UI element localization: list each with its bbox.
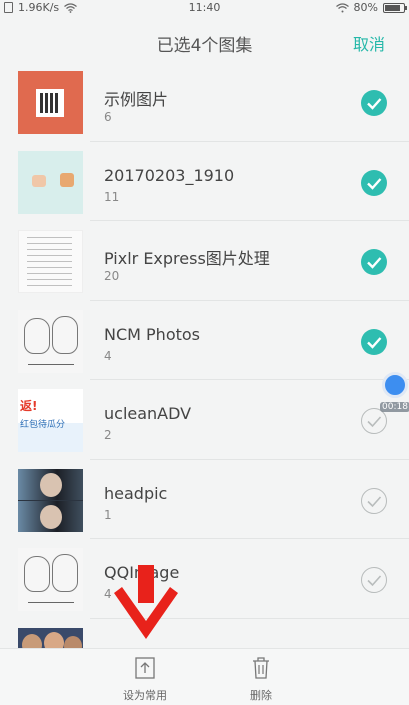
delete-label: 删除: [250, 689, 272, 702]
battery-level: 80%: [353, 1, 378, 14]
album-row[interactable]: 返! 红包待瓜分 ucleanADV 2: [0, 380, 409, 460]
check-icon[interactable]: [361, 249, 387, 275]
album-thumbnail: [18, 468, 83, 532]
trash-icon: [253, 657, 269, 679]
album-row[interactable]: NCM Photos 4: [0, 301, 409, 380]
album-row[interactable]: 20170203_1910 11: [0, 142, 409, 221]
album-thumbnail: 返! 红包待瓜分: [18, 389, 83, 452]
down-arrow-icon: [114, 565, 178, 639]
check-icon[interactable]: [361, 90, 387, 116]
album-thumbnail: [18, 230, 83, 293]
set-common-icon: [135, 657, 155, 679]
set-common-button[interactable]: 设为常用: [105, 655, 185, 703]
check-icon[interactable]: [361, 567, 387, 593]
cancel-button[interactable]: 取消: [353, 31, 385, 55]
check-icon[interactable]: [361, 328, 387, 355]
check-icon[interactable]: [361, 487, 387, 514]
page-title: 已选4个图集: [156, 36, 253, 56]
album-row[interactable]: headpic 1: [0, 460, 409, 539]
delete-button[interactable]: 删除: [221, 655, 301, 703]
recorder-time: 00:18: [380, 402, 409, 412]
screen-recorder-button[interactable]: [382, 372, 408, 398]
album-name: Pixlr Express图片处理: [104, 249, 270, 268]
album-name: NCM Photos: [104, 324, 201, 344]
album-count: 1: [104, 507, 112, 522]
album-row[interactable]: 示例图片 6: [0, 62, 409, 142]
album-name: 示例图片: [104, 90, 169, 109]
album-count: 6: [104, 110, 112, 124]
album-row[interactable]: QQImage 4: [0, 539, 409, 619]
check-icon[interactable]: [361, 169, 387, 196]
set-common-label: 设为常用: [123, 689, 167, 702]
album-thumbnail: [18, 150, 83, 214]
album-count: 2: [104, 428, 112, 442]
album-thumbnail: [18, 548, 83, 611]
album-count: 20: [104, 269, 120, 283]
album-name: headpic: [104, 483, 168, 503]
album-thumbnail: [18, 309, 83, 373]
album-list: 示例图片 6 20170203_1910 11 Pixlr Express图片处…: [0, 62, 409, 698]
thumb-text: 返!: [20, 399, 38, 413]
status-bar: 1.96K/s 11:40 80%: [0, 0, 409, 16]
album-count: 11: [104, 189, 120, 204]
album-thumbnail: [18, 71, 83, 134]
album-row[interactable]: Pixlr Express图片处理 20: [0, 221, 409, 301]
album-name: 20170203_1910: [104, 165, 235, 185]
battery-icon: [383, 2, 407, 13]
signal-wifi-icon: [335, 2, 349, 12]
bottom-action-bar: 设为常用 删除: [0, 648, 409, 705]
album-count: 4: [104, 348, 112, 363]
title-bar: 已选4个图集 取消: [0, 16, 409, 66]
album-name: ucleanADV: [104, 404, 192, 423]
thumb-text: 红包待瓜分: [20, 420, 66, 430]
